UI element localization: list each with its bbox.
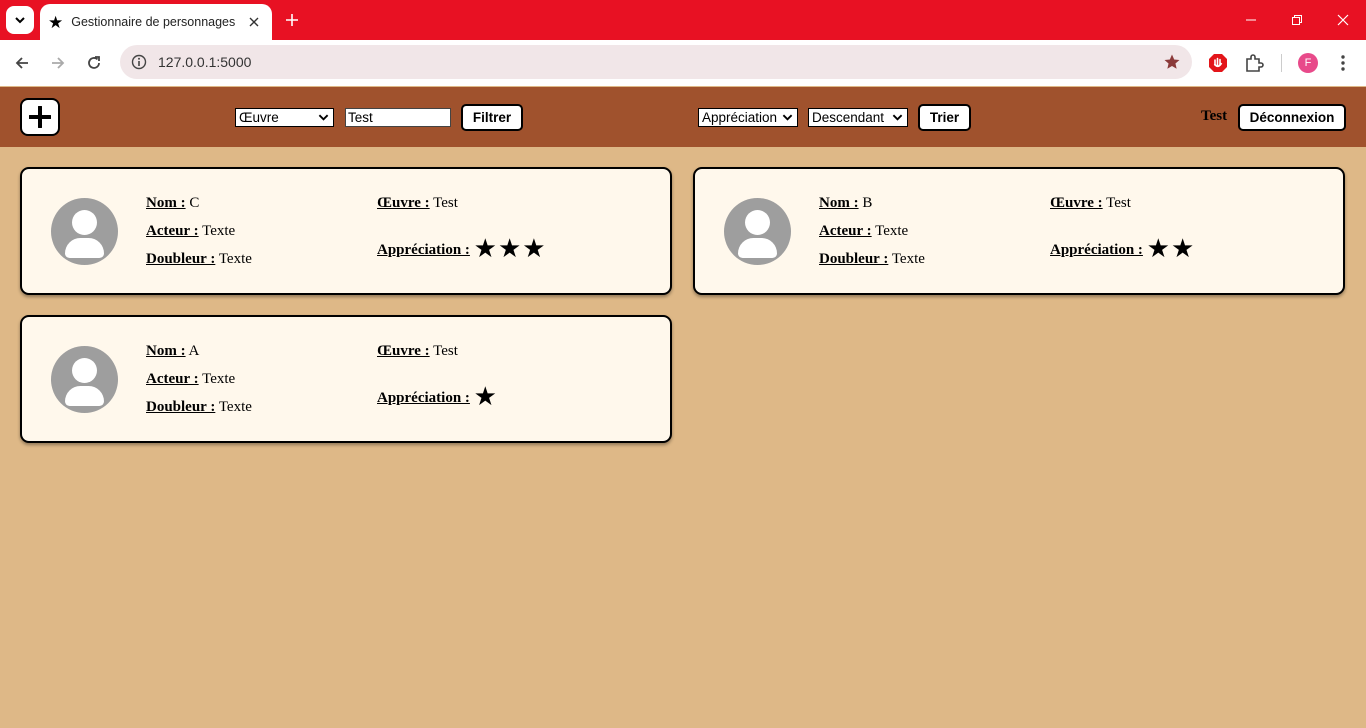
sort-order-select[interactable]: Descendant [808,108,908,127]
browser-titlebar: ★ Gestionnaire de personnages [0,0,1366,40]
sort-field-value: Appréciation [702,110,778,125]
chevron-down-icon [892,114,903,121]
name-value: B [862,195,873,211]
star-favicon-icon: ★ [48,12,64,32]
app-header: Œuvre Test Filtrer Appréciation Descenda… [0,87,1366,147]
chevron-down-icon [782,114,793,121]
browser-tab[interactable]: ★ Gestionnaire de personnages [40,4,272,40]
adblock-icon [1209,54,1227,72]
work-field: Œuvre : Test [1050,195,1131,211]
filter-button[interactable]: Filtrer [461,104,523,131]
voice-actor-value: Texte [218,399,252,415]
forward-button[interactable] [43,48,73,78]
minimize-button[interactable] [1228,0,1274,40]
username-label: Test [1201,108,1228,124]
work-value: Test [433,195,458,211]
restore-icon [1292,15,1302,25]
browser-toolbar: 127.0.0.1:5000 F [0,40,1366,86]
address-bar[interactable]: 127.0.0.1:5000 [120,45,1192,79]
bookmark-button[interactable] [1152,53,1192,71]
reload-button[interactable] [79,48,109,78]
puzzle-icon [1246,54,1264,72]
avatar [724,198,791,265]
work-field: Œuvre : Test [377,343,458,359]
actor-value: Texte [875,223,909,239]
rating-field: Appréciation : ★ [377,382,498,411]
add-character-button[interactable] [20,98,60,136]
chevron-down-icon [15,17,25,24]
actor-value: Texte [202,223,236,239]
voice-actor-field: Doubleur : Texte [146,251,252,267]
tab-title: Gestionnaire de personnages [71,15,236,29]
sort-button[interactable]: Trier [918,104,971,131]
restore-button[interactable] [1274,0,1320,40]
character-card[interactable]: Nom : C Acteur : Texte Doubleur : Texte … [20,167,672,295]
extensions-button[interactable] [1242,51,1266,75]
work-field: Œuvre : Test [377,195,458,211]
rating-field: Appréciation : ★★★ [377,234,547,263]
name-value: A [188,343,200,359]
actor-field: Acteur : Texte [146,371,236,387]
close-tab-button[interactable] [246,14,262,30]
avatar [51,198,118,265]
rating-stars: ★ [473,382,498,411]
name-value: C [189,195,200,211]
filter-field-select[interactable]: Œuvre [235,108,334,127]
minimize-icon [1246,19,1256,21]
toolbar-separator [1281,54,1282,72]
kebab-menu-icon [1341,55,1345,71]
work-value: Test [433,343,458,359]
arrow-right-icon [52,57,65,69]
work-value: Test [1106,195,1131,211]
close-icon [249,17,259,27]
filter-field-value: Œuvre [239,110,279,125]
rating-stars: ★★★ [473,234,547,263]
browser-menu-button[interactable] [1331,51,1355,75]
adblock-extension-button[interactable] [1206,51,1230,75]
name-field: Nom : A [146,343,200,359]
actor-field: Acteur : Texte [146,223,236,239]
voice-actor-field: Doubleur : Texte [146,399,252,415]
arrow-left-icon [15,57,28,69]
star-icon [1164,54,1180,69]
voice-actor-value: Texte [891,251,925,267]
logout-button[interactable]: Déconnexion [1238,104,1346,131]
plus-icon [286,14,298,26]
rating-field: Appréciation : ★★ [1050,234,1196,263]
name-field: Nom : B [819,195,873,211]
actor-field: Acteur : Texte [819,223,909,239]
voice-actor-field: Doubleur : Texte [819,251,925,267]
reload-icon [88,56,100,69]
filter-value-input[interactable]: Test [345,108,451,127]
back-button[interactable] [7,48,37,78]
close-window-button[interactable] [1320,0,1366,40]
sort-order-value: Descendant [812,110,885,125]
profile-avatar[interactable]: F [1298,53,1318,73]
site-info-button[interactable] [122,45,156,79]
avatar [51,346,118,413]
close-icon [1337,14,1349,26]
name-field: Nom : C [146,195,200,211]
new-tab-button[interactable] [280,8,304,32]
voice-actor-value: Texte [218,251,252,267]
sort-field-select[interactable]: Appréciation [698,108,798,127]
actor-value: Texte [202,371,236,387]
character-card[interactable]: Nom : B Acteur : Texte Doubleur : Texte … [693,167,1345,295]
character-card[interactable]: Nom : A Acteur : Texte Doubleur : Texte … [20,315,672,443]
url-text: 127.0.0.1:5000 [158,54,252,70]
tab-search-button[interactable] [6,6,34,34]
info-icon [131,54,147,70]
plus-icon [29,106,51,128]
chevron-down-icon [318,114,329,121]
rating-stars: ★★ [1146,234,1196,263]
